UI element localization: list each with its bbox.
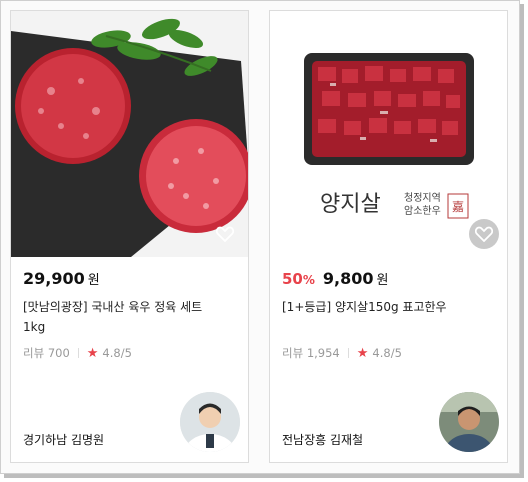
rating: 4.8/5: [102, 346, 132, 360]
currency: 원: [87, 273, 100, 288]
price: 9,800: [322, 269, 374, 288]
avatar-photo: [180, 392, 240, 452]
price-row: 50% 9,800 원: [282, 269, 388, 288]
rating: 4.8/5: [372, 346, 402, 360]
price-row: 29,900 원: [23, 269, 100, 288]
product-title[interactable]: [1+등급] 양지살150g 표고한우: [282, 297, 462, 317]
brand-sub2: 암소한우: [404, 205, 441, 217]
review-meta: 리뷰 1,954 ★ 4.8/5: [282, 345, 402, 361]
currency: 원: [376, 273, 389, 288]
seller-name: 전남장흥 김재철: [282, 433, 364, 447]
brand-text: 양지살: [320, 192, 381, 217]
product-card[interactable]: 양지살 청정지역 암소한우 嘉 50% 9,800 원 [1+등급] 양지살15…: [269, 10, 508, 463]
divider: [77, 348, 79, 358]
discount-rate: 50%: [282, 270, 315, 288]
divider: [347, 348, 349, 358]
brand-sub1: 청정지역: [404, 192, 441, 204]
seller-avatar[interactable]: [439, 392, 499, 452]
review-count: 리뷰 1,954: [282, 346, 340, 360]
product-title[interactable]: [맛남의광장] 국내산 육우 정육 세트 1kg: [23, 297, 203, 337]
ground-beef-photo: [11, 11, 248, 257]
seal-text: 嘉: [452, 200, 464, 214]
star-icon: ★: [86, 345, 99, 361]
beef-cubes-tray-photo: 양지살 청정지역 암소한우 嘉: [270, 11, 507, 257]
review-count: 리뷰 700: [23, 346, 70, 360]
price: 29,900: [23, 269, 85, 288]
product-image[interactable]: [11, 11, 248, 257]
seller-avatar[interactable]: [180, 392, 240, 452]
wishlist-heart-button[interactable]: [210, 219, 240, 249]
avatar-photo: [439, 392, 499, 452]
seller-name: 경기하남 김명원: [23, 433, 105, 447]
product-grid: 29,900 원 [맛남의광장] 국내산 육우 정육 세트 1kg 리뷰 700…: [0, 0, 520, 474]
star-icon: ★: [356, 345, 369, 361]
product-image[interactable]: 양지살 청정지역 암소한우 嘉: [270, 11, 507, 257]
review-meta: 리뷰 700 ★ 4.8/5: [23, 345, 132, 361]
product-card[interactable]: 29,900 원 [맛남의광장] 국내산 육우 정육 세트 1kg 리뷰 700…: [10, 10, 249, 463]
heart-icon: [475, 226, 493, 242]
wishlist-heart-button[interactable]: [469, 219, 499, 249]
heart-icon: [216, 226, 234, 242]
